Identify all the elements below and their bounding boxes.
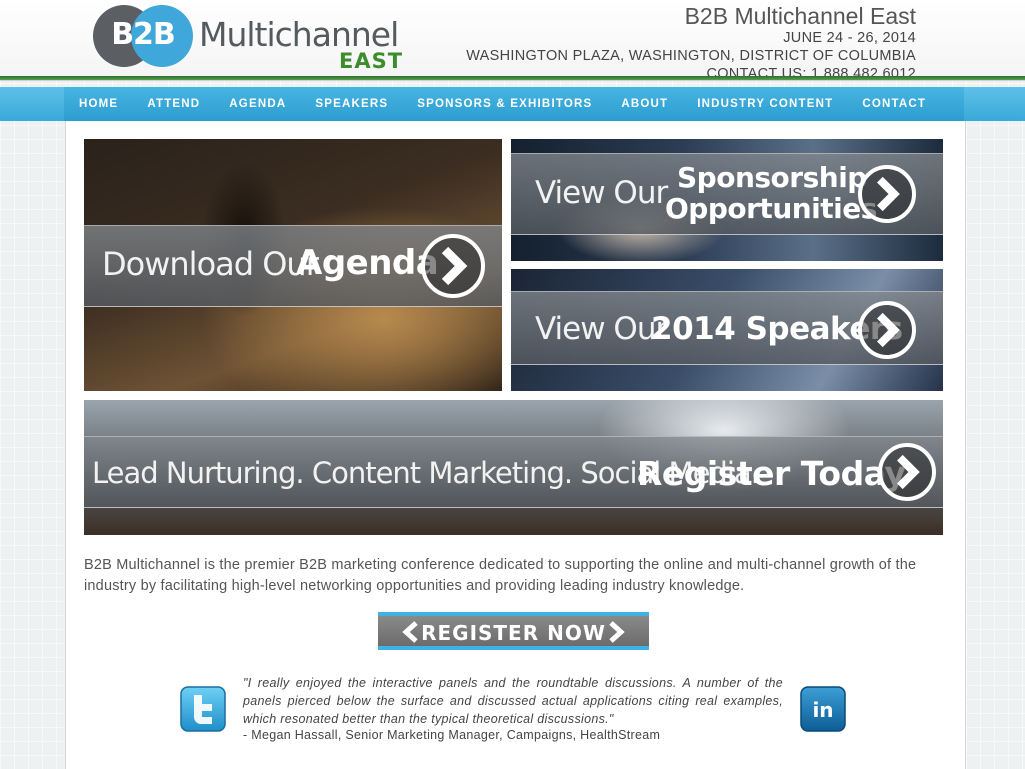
sponsorship-banner-bold-line1: Sponsorship	[677, 161, 867, 194]
event-info: B2B Multichannel East JUNE 24 - 26, 2014…	[466, 4, 916, 83]
testimonial-quote: "I really enjoyed the interactive panels…	[243, 676, 783, 726]
nav-industry-content[interactable]: INDUSTRY CONTENT	[697, 98, 833, 110]
site-logo[interactable]: B2B Multichannel EAST	[93, 5, 403, 73]
logo-region: EAST	[339, 49, 404, 73]
event-title: B2B Multichannel East	[684, 3, 916, 29]
logo-mark: B2B	[111, 17, 176, 52]
site-header: B2B Multichannel EAST B2B Multichannel E…	[0, 0, 1025, 83]
agenda-banner[interactable]: Download Our Agenda	[84, 139, 502, 391]
arrow-right-icon	[421, 234, 485, 298]
event-venue: WASHINGTON PLAZA, WASHINGTON, DISTRICT O…	[466, 48, 916, 64]
register-banner-bold-text: Register Today	[637, 454, 906, 493]
nav-about[interactable]: ABOUT	[621, 98, 668, 110]
register-today-banner[interactable]: Lead Nurturing. Content Marketing. Socia…	[84, 400, 943, 535]
header-divider	[0, 76, 1025, 81]
intro-paragraph: B2B Multichannel is the premier B2B mark…	[84, 557, 917, 594]
register-now-button[interactable]: REGISTER NOW	[378, 612, 649, 650]
nav-contact[interactable]: CONTACT	[862, 98, 926, 110]
nav-sponsors-exhibitors[interactable]: SPONSORS & EXHIBITORS	[417, 98, 592, 110]
sponsorship-banner[interactable]: View Our Sponsorship Opportunities	[511, 139, 943, 261]
speakers-banner-thin-text: View Our	[535, 311, 668, 347]
main-nav: HOME ATTEND AGENDA SPEAKERS SPONSORS & E…	[0, 87, 1025, 121]
linkedin-icon[interactable]: in	[800, 686, 846, 732]
nav-agenda[interactable]: AGENDA	[229, 98, 286, 110]
agenda-banner-bold-text: Agenda	[296, 243, 439, 283]
twitter-icon[interactable]	[180, 686, 226, 732]
nav-attend[interactable]: ATTEND	[147, 98, 200, 110]
sponsorship-banner-bold-line2: Opportunities	[665, 192, 877, 225]
linkedin-icon-text: in	[812, 698, 833, 722]
arrow-right-icon	[878, 443, 936, 501]
arrow-right-icon	[858, 301, 916, 359]
chevron-right-icon	[609, 621, 625, 643]
testimonial-author: - Megan Hassall, Senior Marketing Manage…	[243, 728, 661, 742]
nav-speakers[interactable]: SPEAKERS	[315, 98, 388, 110]
nav-inner: HOME ATTEND AGENDA SPEAKERS SPONSORS & E…	[64, 87, 964, 121]
agenda-banner-thin-text: Download Our	[102, 245, 319, 283]
event-dates: JUNE 24 - 26, 2014	[783, 30, 916, 46]
arrow-right-icon	[858, 165, 916, 223]
sponsorship-banner-thin-text: View Our	[535, 175, 668, 211]
speakers-banner[interactable]: View Our 2014 Speakers	[511, 269, 943, 391]
main-content: Download Our Agenda View Our Sponsorship…	[65, 121, 966, 769]
nav-home[interactable]: HOME	[79, 98, 118, 110]
